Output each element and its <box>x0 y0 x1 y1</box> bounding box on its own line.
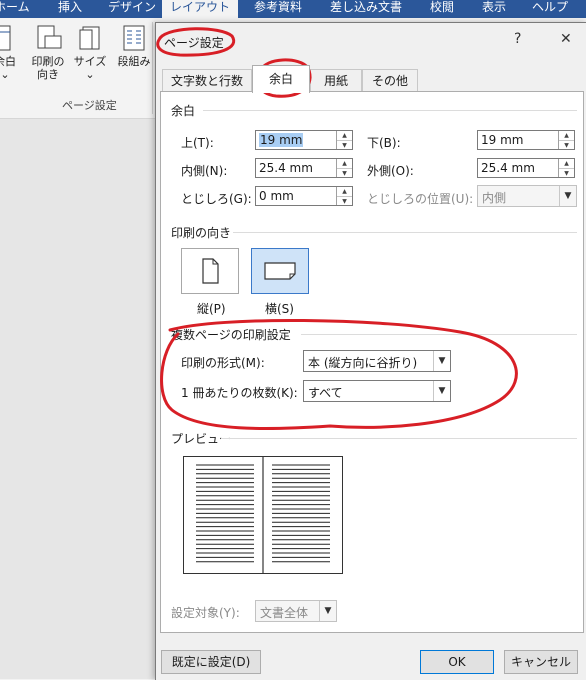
columns-icon <box>123 25 145 51</box>
top-margin-spinner[interactable]: 19 mm ▲ ▼ <box>255 130 353 150</box>
orientation-icon <box>37 25 62 49</box>
orientation-heading: 印刷の向き <box>171 226 232 240</box>
arrow-up-icon[interactable]: ▲ <box>337 131 352 141</box>
print-format-select[interactable]: 本 (縦方向に谷折り) ▼ <box>303 350 451 372</box>
outer-margin-label: 外側(O): <box>367 164 414 178</box>
multiple-pages-heading: 複数ページの印刷設定 <box>171 328 291 342</box>
ribbon-tab-bar: ホーム 挿入 デザイン レイアウト 参考資料 差し込み文書 校閲 表示 ヘルプ <box>0 0 586 18</box>
size-button[interactable]: サイズ ⌄ <box>72 24 108 81</box>
landscape-option[interactable] <box>251 248 309 294</box>
help-button[interactable]: ? <box>514 31 521 47</box>
gutter-arrows[interactable]: ▲ ▼ <box>336 187 352 205</box>
document-area <box>0 119 160 679</box>
bottom-margin-arrows[interactable]: ▲ ▼ <box>558 131 574 149</box>
apply-to-label: 設定対象(Y): <box>171 606 240 620</box>
margins-icon <box>0 25 11 51</box>
divider <box>221 438 577 439</box>
group-label-page-setup: ページ設定 <box>62 99 117 112</box>
page-setup-dialog: ページ設定 ? ✕ 文字数と行数 余白 用紙 その他 余白 上(T): 19 m… <box>155 22 586 680</box>
portrait-option[interactable] <box>181 248 239 294</box>
arrow-down-icon[interactable]: ▼ <box>337 197 352 206</box>
ribbon-tab-references[interactable]: 参考資料 <box>254 0 302 18</box>
size-icon <box>79 26 100 50</box>
chevron-down-icon[interactable]: ▼ <box>433 381 450 401</box>
chevron-down-icon[interactable]: ▼ <box>319 601 336 621</box>
inner-margin-value: 25.4 mm <box>259 161 313 175</box>
close-button[interactable]: ✕ <box>560 31 572 47</box>
bottom-margin-label: 下(B): <box>367 136 401 150</box>
arrow-down-icon[interactable]: ▼ <box>337 141 352 150</box>
tab-other[interactable]: その他 <box>362 69 418 92</box>
set-default-button[interactable]: 既定に設定(D) <box>161 650 261 674</box>
divider <box>203 110 577 111</box>
orientation-button[interactable]: 印刷の向き <box>28 24 68 81</box>
gutter-position-value: 内側 <box>482 191 507 205</box>
gutter-position-label: とじしろの位置(U): <box>367 192 474 206</box>
chevron-down-icon[interactable]: ▼ <box>559 186 576 206</box>
sheets-per-booklet-select[interactable]: すべて ▼ <box>303 380 451 402</box>
chevron-down-icon[interactable]: ▼ <box>433 351 450 371</box>
margins-heading: 余白 <box>171 104 196 118</box>
arrow-up-icon[interactable]: ▲ <box>559 159 574 169</box>
sheets-per-booklet-value: すべて <box>308 386 343 400</box>
ribbon-tab-help[interactable]: ヘルプ <box>532 0 568 18</box>
margins-button[interactable]: 余白⌄ <box>0 24 16 81</box>
gutter-label: とじしろ(G): <box>181 192 252 206</box>
inner-margin-arrows[interactable]: ▲ ▼ <box>336 159 352 177</box>
arrow-down-icon[interactable]: ▼ <box>337 169 352 178</box>
outer-margin-spinner[interactable]: 25.4 mm ▲ ▼ <box>477 158 575 178</box>
outer-margin-value: 25.4 mm <box>481 161 535 175</box>
cancel-button[interactable]: キャンセル <box>504 650 578 674</box>
outer-margin-arrows[interactable]: ▲ ▼ <box>558 159 574 177</box>
top-margin-arrows[interactable]: ▲ ▼ <box>336 131 352 149</box>
sheets-per-booklet-label: 1 冊あたりの枚数(K): <box>181 386 298 400</box>
ok-button[interactable]: OK <box>420 650 494 674</box>
divider <box>301 334 577 335</box>
ribbon-separator <box>152 22 153 114</box>
arrow-up-icon[interactable]: ▲ <box>337 187 352 197</box>
dialog-title: ページ設定 <box>164 36 224 50</box>
tab-characters-lines[interactable]: 文字数と行数 <box>162 69 252 92</box>
portrait-page-icon <box>202 258 219 284</box>
tab-panel-margins: 余白 上(T): 19 mm ▲ ▼ 下(B): 19 mm ▲ ▼ 内側(N): … <box>160 91 584 633</box>
top-margin-label: 上(T): <box>181 136 214 150</box>
bottom-margin-value: 19 mm <box>481 133 524 147</box>
ribbon-tab-view[interactable]: 表示 <box>482 0 506 18</box>
landscape-label: 横(S) <box>265 302 294 316</box>
apply-to-select[interactable]: 文書全体 ▼ <box>255 600 337 622</box>
arrow-up-icon[interactable]: ▲ <box>559 131 574 141</box>
inner-margin-spinner[interactable]: 25.4 mm ▲ ▼ <box>255 158 353 178</box>
columns-button[interactable]: 段組み <box>114 24 154 68</box>
arrow-down-icon[interactable]: ▼ <box>559 141 574 150</box>
tab-paper[interactable]: 用紙 <box>310 69 362 92</box>
preview-pages <box>183 456 343 574</box>
gutter-value: 0 mm <box>259 189 294 203</box>
ribbon-tab-home[interactable]: ホーム <box>0 0 30 18</box>
apply-to-value: 文書全体 <box>260 606 309 620</box>
portrait-label: 縦(P) <box>197 302 226 316</box>
print-format-value: 本 (縦方向に谷折り) <box>308 356 418 370</box>
ribbon-tab-design[interactable]: デザイン <box>108 0 156 18</box>
inner-margin-label: 内側(N): <box>181 164 228 178</box>
arrow-down-icon[interactable]: ▼ <box>559 169 574 178</box>
landscape-page-icon <box>264 262 296 280</box>
print-format-label: 印刷の形式(M): <box>181 356 265 370</box>
top-margin-value: 19 mm <box>259 133 304 147</box>
divider <box>233 232 577 233</box>
gutter-spinner[interactable]: 0 mm ▲ ▼ <box>255 186 353 206</box>
arrow-up-icon[interactable]: ▲ <box>337 159 352 169</box>
bottom-margin-spinner[interactable]: 19 mm ▲ ▼ <box>477 130 575 150</box>
ribbon-tab-layout[interactable]: レイアウト <box>162 0 239 18</box>
preview-lines <box>196 457 330 573</box>
ribbon-tab-insert[interactable]: 挿入 <box>58 0 82 18</box>
ribbon-tab-review[interactable]: 校閲 <box>430 0 454 18</box>
gutter-position-select[interactable]: 内側 ▼ <box>477 185 577 207</box>
tab-margins[interactable]: 余白 <box>252 65 310 93</box>
ribbon-tab-mailings[interactable]: 差し込み文書 <box>330 0 402 18</box>
